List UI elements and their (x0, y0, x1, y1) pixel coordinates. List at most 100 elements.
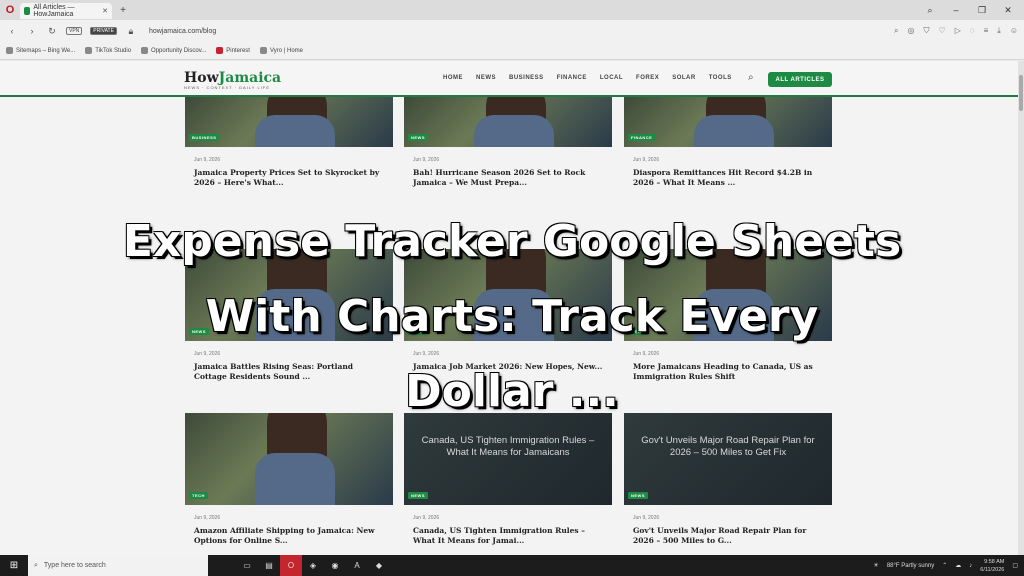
weather-icon[interactable]: ☀ (873, 562, 878, 569)
category-badge[interactable]: NEWS (628, 492, 648, 499)
article-headline[interactable]: Diaspora Remittances Hit Record $4.2B in… (633, 168, 823, 188)
system-tray: ☀ 88°F Partly sunny ⌃ ☁ ♪ 9:58 AM 6/11/2… (873, 558, 1024, 574)
overlay-title-line: Expense Tracker Google Sheets (122, 216, 902, 267)
category-badge[interactable]: BUSINESS (189, 134, 220, 141)
category-badge[interactable]: NEWS (408, 134, 428, 141)
app-icon[interactable]: ◉ (324, 555, 346, 576)
article-date: Jun 9, 2026 (413, 157, 440, 163)
menu-icon[interactable]: ≡ (984, 26, 989, 36)
reload-icon[interactable]: ↻ (46, 26, 58, 37)
vyro-icon (259, 47, 267, 54)
article-headline[interactable]: Jamaica Property Prices Set to Skyrocket… (194, 168, 384, 188)
browser-tab[interactable]: All Articles — HowJamaica ✕ (20, 3, 112, 19)
article-card[interactable]: TECH Jun 9, 2026 Amazon Affiliate Shippi… (185, 413, 393, 546)
window-close-icon[interactable]: ✕ (1002, 5, 1014, 16)
article-thumbnail[interactable]: FINANCE (624, 97, 832, 147)
article-thumbnail[interactable]: NEWS (404, 97, 612, 147)
article-thumbnail[interactable]: BUSINESS (185, 97, 393, 147)
article-headline[interactable]: Gov't Unveils Major Road Repair Plan for… (633, 526, 823, 546)
article-date: Jun 9, 2026 (194, 157, 221, 163)
thumbnail-title-text: Canada, US Tighten Immigration Rules – W… (421, 435, 595, 458)
nav-business[interactable]: BUSINESS (509, 75, 544, 81)
article-date: Jun 9, 2026 (633, 157, 660, 163)
app-icon[interactable]: A (346, 555, 368, 576)
app-icon[interactable]: ◆ (368, 555, 390, 576)
url-field[interactable]: howjamaica.com/blog (149, 28, 216, 35)
windows-start-icon[interactable]: ⊞ (0, 555, 28, 576)
camera-icon[interactable]: ◎ (908, 26, 915, 36)
clock[interactable]: 9:58 AM 6/11/2026 (980, 558, 1004, 574)
opportunity-icon (141, 47, 149, 54)
scrollbar-thumb[interactable] (1019, 75, 1023, 111)
maximize-icon[interactable]: ❐ (976, 5, 988, 16)
search-icon: ⌕ (34, 561, 38, 569)
bookmark-item[interactable]: Opportunity Discov... (141, 47, 206, 54)
file-explorer-icon[interactable]: ▤ (258, 555, 280, 576)
nav-finance[interactable]: FINANCE (557, 75, 587, 81)
clock-date: 6/11/2026 (980, 566, 1005, 573)
article-card[interactable]: Canada, US Tighten Immigration Rules – W… (404, 413, 612, 546)
bing-icon (6, 47, 13, 54)
bookmark-item[interactable]: Vyro | Home (259, 47, 303, 54)
bookmark-item[interactable]: Sitemaps – Bing We... (6, 47, 75, 54)
nav-tools[interactable]: TOOLS (709, 75, 732, 81)
nav-news[interactable]: NEWS (476, 75, 496, 81)
category-badge[interactable]: TECH (189, 492, 208, 499)
vpn-badge[interactable]: VPN (66, 27, 83, 35)
volume-icon[interactable]: ♪ (969, 563, 972, 569)
all-articles-button[interactable]: ALL ARTICLES (768, 72, 832, 87)
nav-forex[interactable]: FOREX (636, 75, 659, 81)
opera-logo-icon[interactable]: O (0, 0, 20, 20)
overlay-title-line: With Charts: Track Every (205, 291, 819, 342)
article-headline[interactable]: Bah! Hurricane Season 2026 Set to Rock J… (413, 168, 603, 188)
site-logo[interactable]: HowJamaica (184, 70, 281, 86)
task-view-icon[interactable]: ▭ (236, 555, 258, 576)
thumbnail-title-text: Gov't Unveils Major Road Repair Plan for… (641, 435, 815, 458)
profile-icon[interactable]: ☺ (1010, 26, 1018, 36)
tab-close-icon[interactable]: ✕ (102, 7, 108, 15)
article-card[interactable]: BUSINESS Jun 9, 2026 Jamaica Property Pr… (185, 97, 393, 188)
weather-text[interactable]: 88°F Partly sunny (887, 563, 934, 569)
article-card[interactable]: Gov't Unveils Major Road Repair Plan for… (624, 413, 832, 546)
app-icon[interactable]: ◈ (302, 555, 324, 576)
download-icon[interactable]: ⤓ (997, 26, 1001, 36)
new-tab-icon[interactable]: + (116, 3, 130, 17)
article-headline[interactable]: Canada, US Tighten Immigration Rules – W… (413, 526, 603, 546)
opera-taskbar-icon[interactable]: O (280, 555, 302, 576)
zoom-icon[interactable]: ⌕ (894, 26, 898, 36)
bookmarks-bar: Sitemaps – Bing We... TikTok Studio Oppo… (0, 42, 1024, 60)
page-scrollbar[interactable] (1018, 61, 1024, 555)
heart-icon[interactable]: ♡ (939, 26, 946, 36)
nav-home[interactable]: HOME (443, 75, 463, 81)
site-search-icon[interactable]: ⌕ (748, 72, 754, 83)
site-header: HowJamaica NEWS · CONTEXT · DAILY LIFE H… (0, 61, 1018, 97)
nav-solar[interactable]: SOLAR (672, 75, 696, 81)
overlay-title-line: Dollar ... (405, 366, 619, 417)
category-badge[interactable]: FINANCE (628, 134, 656, 141)
notification-icon[interactable]: ▢ (1012, 562, 1018, 569)
windows-taskbar: ⊞ ⌕ Type here to search ▭ ▤ O ◈ ◉ A ◆ ☀ … (0, 555, 1024, 576)
forward-icon[interactable]: › (26, 26, 38, 36)
article-headline[interactable]: Amazon Affiliate Shipping to Jamaica: Ne… (194, 526, 384, 546)
clock-time: 9:58 AM (984, 558, 1005, 565)
bookmark-item[interactable]: TikTok Studio (85, 47, 131, 54)
overlay-title: Expense Tracker Google Sheets With Chart… (40, 204, 984, 429)
tray-chevron-icon[interactable]: ⌃ (942, 562, 947, 569)
extensions-icon[interactable]: ◌ (970, 26, 975, 36)
network-icon[interactable]: ☁ (955, 562, 961, 569)
tiktok-icon (85, 47, 93, 54)
send-icon[interactable]: ▷ (955, 26, 961, 36)
nav-local[interactable]: LOCAL (600, 75, 623, 81)
tab-favicon-icon (24, 7, 31, 15)
pinterest-icon (216, 47, 224, 54)
article-card[interactable]: NEWS Jun 9, 2026 Bah! Hurricane Season 2… (404, 97, 612, 188)
taskbar-search-placeholder: Type here to search (43, 562, 106, 569)
back-icon[interactable]: ‹ (6, 26, 18, 36)
bookmark-item[interactable]: Pinterest (216, 47, 250, 54)
shield-icon[interactable]: ⛉ (924, 26, 930, 36)
category-badge[interactable]: NEWS (408, 492, 428, 499)
minimize-icon[interactable]: – (950, 5, 962, 16)
article-card[interactable]: FINANCE Jun 9, 2026 Diaspora Remittances… (624, 97, 832, 188)
search-tabs-icon[interactable]: ⌕ (924, 5, 936, 16)
taskbar-search[interactable]: ⌕ Type here to search (28, 555, 208, 576)
